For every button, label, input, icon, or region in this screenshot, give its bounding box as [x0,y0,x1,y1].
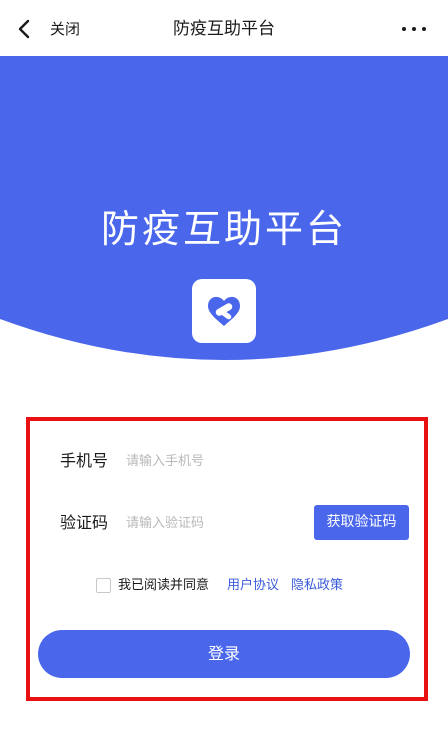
login-button[interactable]: 登录 [38,630,410,678]
hero-banner: 防疫互助平台 [0,56,448,366]
navigation-bar: 关闭 防疫互助平台 [0,0,448,56]
phone-label: 手机号 [60,451,109,470]
agree-checkbox[interactable] [96,578,111,593]
agree-text: 我已阅读并同意 [118,578,210,593]
phone-input[interactable] [126,450,376,472]
app-logo [192,279,256,343]
close-button[interactable]: 关闭 [50,18,80,40]
code-input[interactable] [126,512,306,534]
chevron-left-icon[interactable] [14,18,36,40]
get-code-button[interactable]: 获取验证码 [314,505,409,540]
privacy-policy-link[interactable]: 隐私政策 [291,576,343,596]
more-dots-icon[interactable] [400,18,428,40]
code-label: 验证码 [60,513,109,532]
user-agreement-link[interactable]: 用户协议 [227,576,279,596]
heart-link-icon [208,296,240,326]
hero-title: 防疫互助平台 [100,207,347,251]
